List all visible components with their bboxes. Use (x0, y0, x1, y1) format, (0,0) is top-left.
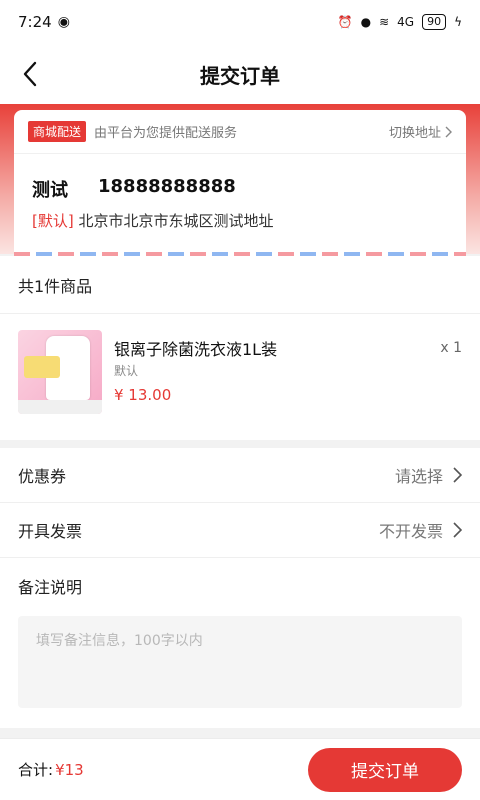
contact-phone: 18888888888 (98, 176, 236, 197)
coupon-row[interactable]: 优惠券 请选择 (0, 448, 480, 503)
contact-line: 测试 18888888888 (32, 176, 448, 202)
wifi-icon: ≋ (379, 15, 390, 29)
status-icons: ⏰ ● ≋ 4G 90 ϟ (338, 14, 462, 30)
coupon-value: 请选择 (395, 463, 462, 487)
product-name: 银离子除菌洗衣液1L装 (114, 340, 278, 359)
contact-name: 测试 (32, 180, 68, 201)
status-bar: 7:24 ◉ ⏰ ● ≋ 4G 90 ϟ (0, 0, 480, 44)
goods-count-header: 共1件商品 (0, 256, 480, 314)
nav-bar: 提交订单 (0, 44, 480, 104)
product-price: ¥ 13.00 (114, 386, 172, 404)
delivery-tag: 商城配送 (28, 121, 87, 142)
eye-icon: ◉ (57, 14, 70, 30)
goods-item[interactable]: 银离子除菌洗衣液1L装 默认 ¥ 13.00 x 1 (0, 314, 480, 440)
invoice-row[interactable]: 开具发票 不开发票 (0, 503, 480, 558)
address-line: [默认] 北京市北京市东城区测试地址 (32, 210, 448, 231)
address-detail: 北京市北京市东城区测试地址 (78, 212, 274, 230)
chevron-left-icon (23, 61, 37, 87)
product-spec: 默认 (114, 364, 139, 378)
location-icon: ● (360, 15, 372, 29)
bottom-bar: 合计: ¥13 提交订单 (0, 738, 480, 800)
delivery-desc: 由平台为您提供配送服务 (94, 126, 238, 141)
total-value: ¥13 (55, 760, 84, 779)
invoice-label: 开具发票 (18, 522, 83, 541)
default-tag: [默认] (32, 212, 74, 230)
alarm-icon: ⏰ (337, 15, 353, 29)
switch-address-button[interactable]: 切换地址 (389, 122, 452, 141)
note-input[interactable]: 填写备注信息，100字以内 (18, 616, 462, 708)
product-strip-graphic (18, 400, 102, 414)
submit-order-button[interactable]: 提交订单 (308, 747, 462, 792)
address-body: 测试 18888888888 [默认] 北京市北京市东城区测试地址 (14, 154, 466, 231)
product-quantity: x 1 (440, 340, 462, 356)
goods-count-label: 共1件商品 (18, 276, 93, 296)
status-time: 7:24 (18, 13, 52, 31)
switch-address-label: 切换地址 (388, 126, 441, 141)
product-image (18, 330, 102, 414)
signal-icon: 4G (397, 15, 415, 29)
chevron-right-icon (453, 467, 462, 483)
address-card[interactable]: 商城配送 由平台为您提供配送服务 切换地址 测试 18888888888 [默认… (14, 110, 466, 256)
total-label: 合计: (18, 761, 54, 779)
product-label-graphic (24, 356, 60, 378)
battery-icon: 90 (422, 14, 447, 30)
chevron-right-icon (445, 126, 452, 137)
note-label: 备注说明 (18, 578, 83, 597)
delivery-row: 商城配送 由平台为您提供配送服务 切换地址 (14, 110, 466, 154)
coupon-value-text: 请选择 (394, 467, 443, 486)
coupon-label: 优惠券 (18, 467, 67, 486)
back-button[interactable] (18, 58, 42, 90)
page-title: 提交订单 (200, 63, 280, 88)
charging-icon: ϟ (454, 15, 462, 29)
chevron-right-icon (453, 522, 462, 538)
note-section: 备注说明 填写备注信息，100字以内 (0, 558, 480, 728)
invoice-value: 不开发票 (379, 518, 462, 542)
invoice-value-text: 不开发票 (378, 522, 443, 541)
